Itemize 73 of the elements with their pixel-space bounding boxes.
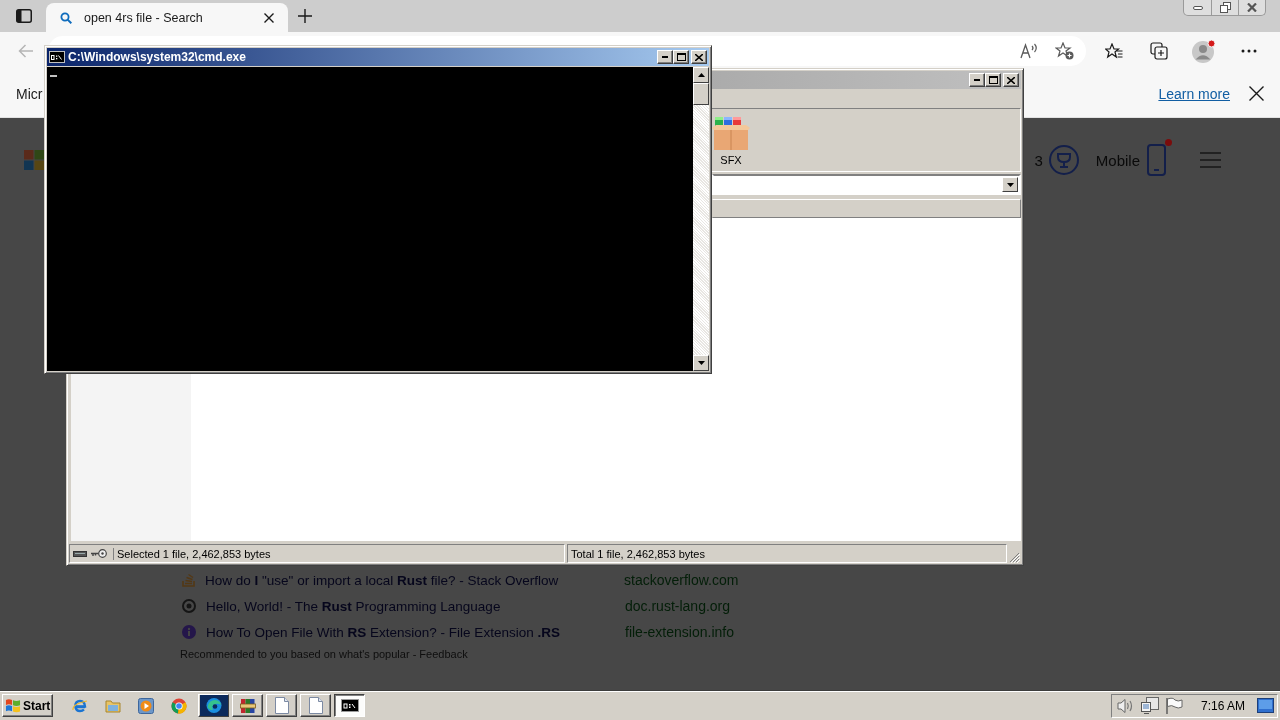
swirl-icon xyxy=(199,695,228,716)
key-icon xyxy=(91,549,107,558)
browser-tab[interactable]: open 4rs file - Search xyxy=(46,3,288,32)
books-box-icon xyxy=(712,114,750,150)
up-arrow-icon xyxy=(697,73,705,77)
four-squares-logo xyxy=(24,150,44,170)
close-icon xyxy=(695,53,703,61)
star-plus-icon xyxy=(1054,42,1074,60)
rewards-count: 3 xyxy=(1034,151,1043,169)
avatar-icon xyxy=(1192,39,1216,63)
plus-icon xyxy=(298,9,312,23)
close-icon xyxy=(1007,76,1015,84)
learn-more-link[interactable]: Learn more xyxy=(1158,85,1230,102)
minimize-button[interactable] xyxy=(657,50,673,64)
maximize-button[interactable] xyxy=(673,50,689,64)
mobile-label: Mobile xyxy=(1095,151,1140,169)
result-source: stackoverflow.com xyxy=(624,572,739,588)
flag-logo-icon xyxy=(5,698,21,713)
scroll-down-button[interactable] xyxy=(693,355,709,371)
result-source: doc.rust-lang.org xyxy=(625,598,731,614)
scroll-up-button[interactable] xyxy=(693,67,709,83)
ring-logo-icon xyxy=(171,697,187,714)
maximize-icon xyxy=(676,53,686,61)
caret-icon xyxy=(1006,182,1014,187)
network-icon[interactable] xyxy=(1140,696,1159,715)
minimize-icon xyxy=(1192,5,1203,10)
taskbar-button[interactable] xyxy=(334,694,365,717)
close-icon xyxy=(1248,86,1264,101)
minimize-button[interactable] xyxy=(969,73,985,87)
result-source: file-extension.info xyxy=(625,624,734,640)
minimize-icon xyxy=(974,79,980,81)
books-icon xyxy=(239,697,256,714)
info-bar-text: Micr xyxy=(16,85,43,102)
ring-dot-icon xyxy=(182,599,196,613)
selection-status: Selected 1 file, 2,462,853 bytes xyxy=(113,547,271,560)
resize-grip-icon[interactable] xyxy=(1009,552,1020,563)
star-list-icon xyxy=(1105,43,1123,59)
start-button[interactable]: Start xyxy=(2,694,53,717)
folder-icon xyxy=(105,698,121,713)
document-icon xyxy=(308,697,323,714)
restore-icon xyxy=(1219,2,1231,13)
down-arrow-icon xyxy=(697,361,705,365)
maximize-button[interactable] xyxy=(985,73,1001,87)
clock[interactable]: 7:16 AM xyxy=(1200,698,1245,713)
total-status: Total 1 file, 2,462,853 bytes xyxy=(571,547,705,560)
more-icon xyxy=(1241,49,1257,53)
tab-actions-icon xyxy=(16,9,32,23)
tray-stack-icon xyxy=(182,573,195,587)
scrollbar[interactable] xyxy=(693,67,709,371)
drive-icon xyxy=(73,550,87,557)
path-field[interactable] xyxy=(712,174,1021,195)
search-icon xyxy=(60,11,72,24)
desktop-icon[interactable] xyxy=(1257,698,1274,713)
text-cursor-icon xyxy=(50,75,57,77)
read-aloud-icon xyxy=(1019,43,1039,59)
collections-icon xyxy=(1150,42,1168,60)
close-icon xyxy=(1247,3,1257,12)
close-icon xyxy=(264,12,274,23)
dropdown-button[interactable] xyxy=(1002,177,1018,192)
letter-e-icon xyxy=(72,697,88,714)
info-icon xyxy=(182,625,196,639)
window-title: C:\Windows\system32\cmd.exe xyxy=(68,50,246,64)
console-icon xyxy=(340,699,359,712)
play-icon xyxy=(138,697,154,714)
minimize-icon xyxy=(662,56,668,58)
console-icon xyxy=(49,51,65,63)
maximize-icon xyxy=(988,76,998,84)
back-arrow-icon xyxy=(18,44,34,58)
document-icon xyxy=(274,697,289,714)
toolbar-button[interactable]: SFX xyxy=(711,112,751,168)
speaker-icon[interactable] xyxy=(1116,697,1135,714)
scroll-thumb[interactable] xyxy=(693,83,709,105)
flag-icon[interactable] xyxy=(1164,696,1183,715)
